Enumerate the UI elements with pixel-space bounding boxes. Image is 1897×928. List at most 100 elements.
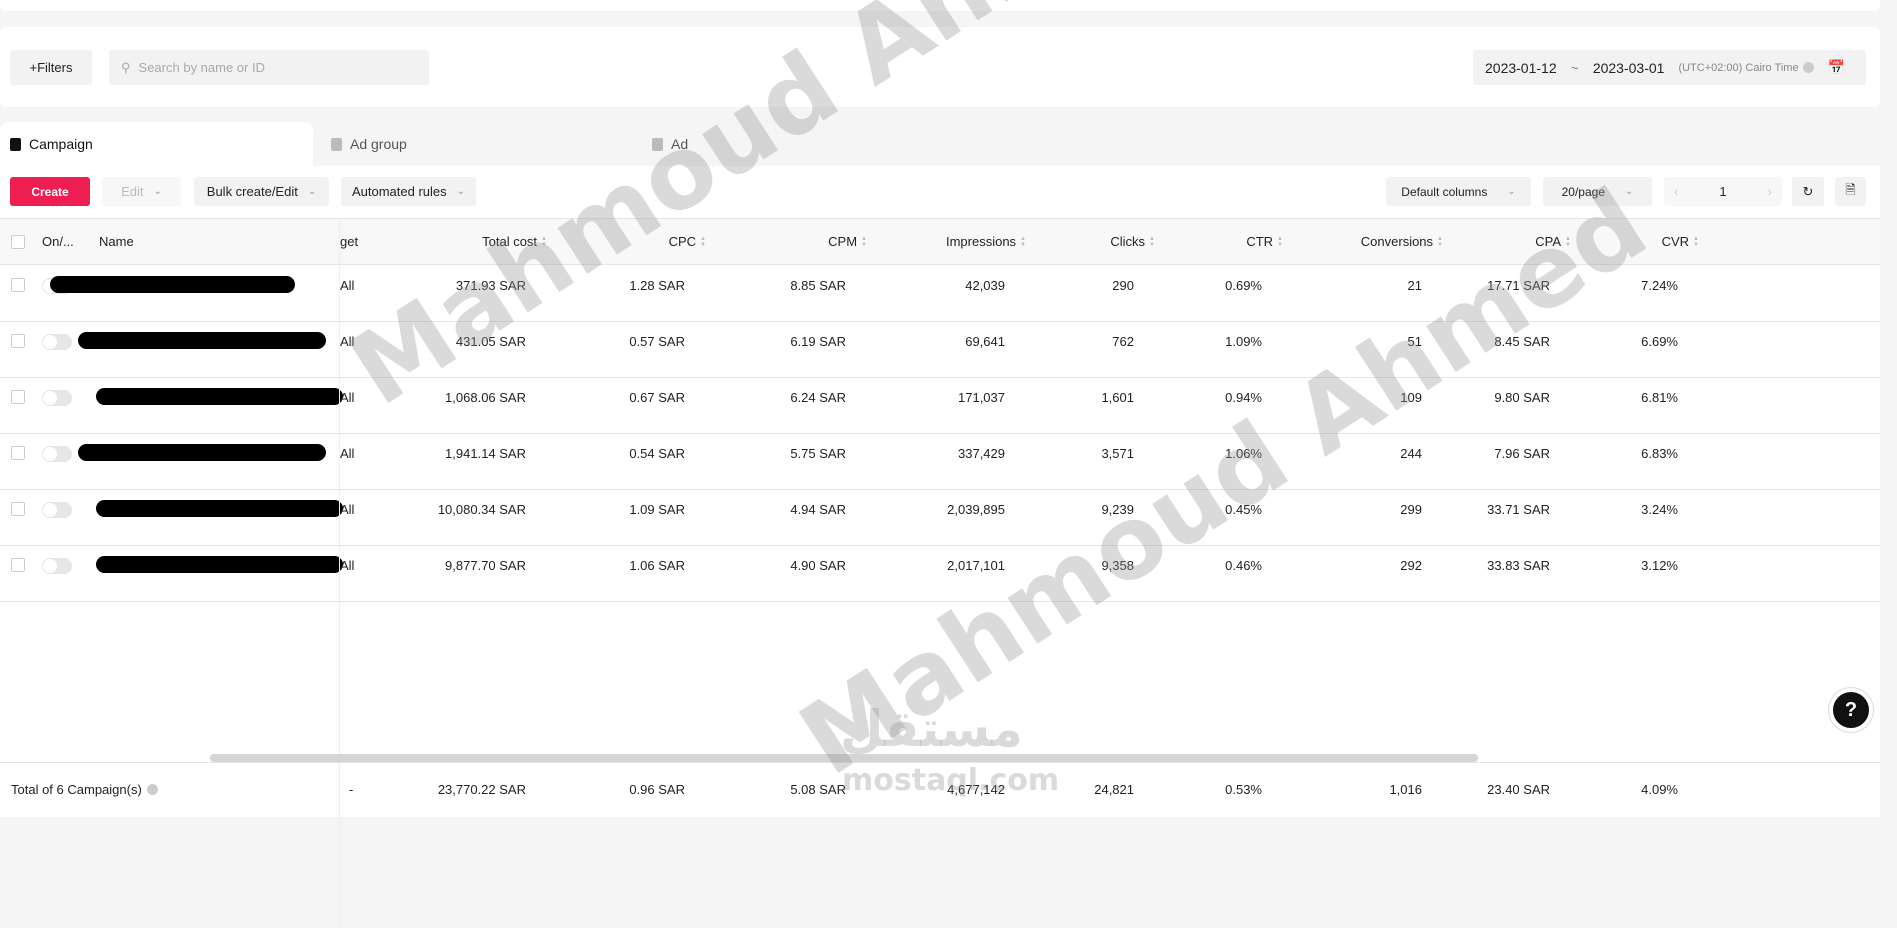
cell-impressions: 171,037 [958,390,1005,405]
row-checkbox[interactable] [11,278,25,292]
cell-budget: All [340,446,355,461]
tab-label: Ad group [350,136,407,152]
cell-conversions: 244 [1400,446,1422,461]
sort-icon[interactable]: ▲ ▼ [1565,236,1571,248]
cell-cvr: 6.69% [1641,334,1678,349]
tab-campaign[interactable]: Campaign [0,122,313,166]
table-row[interactable]: All 1,068.06 SAR 0.67 SAR 6.24 SAR 171,037 1,… [0,378,1880,434]
col-impressions[interactable]: Impressions ▲ ▼ [946,234,1026,249]
cell-total_cost: 1,941.14 SAR [445,446,526,461]
cell-budget: All [340,278,355,293]
next-page-button[interactable]: › [1768,184,1772,199]
table-row[interactable]: All 1,941.14 SAR 0.54 SAR 5.75 SAR 337,429 3,… [0,434,1880,490]
row-checkbox[interactable] [11,446,25,460]
total-row: Total of 6 Campaign(s) - 23,770.22 SAR 0.… [0,762,1880,817]
page-size-label: 20/page [1561,184,1605,199]
col-total_cost[interactable]: Total cost ▲ ▼ [482,234,547,249]
cell-ctr: 1.06% [1225,446,1262,461]
status-toggle[interactable] [42,390,72,406]
sort-icon[interactable]: ▲ ▼ [861,236,867,248]
row-checkbox[interactable] [11,390,25,404]
ad-group-icon [331,137,342,151]
table-row[interactable]: All 9,877.70 SAR 1.06 SAR 4.90 SAR 2,017,101… [0,546,1880,602]
sort-icon[interactable]: ▲ ▼ [1149,236,1155,248]
row-checkbox[interactable] [11,334,25,348]
folder-icon [10,137,21,151]
filters-button[interactable]: +Filters [10,50,92,85]
cell-impressions: 42,039 [965,278,1005,293]
level-tabs: Campaign Ad group Ad [0,122,1880,166]
col-label: CTR [1246,234,1274,249]
create-button[interactable]: Create [10,177,90,206]
sort-icon[interactable]: ▲ ▼ [1693,236,1699,248]
col-ctr[interactable]: CTR ▲ ▼ [1246,234,1283,249]
cell-ctr: 0.45% [1225,502,1262,517]
col-conversions[interactable]: Conversions ▲ ▼ [1361,234,1443,249]
refresh-button[interactable]: ↻ [1792,177,1824,206]
cell-cvr: 3.12% [1641,558,1678,573]
col-cpm[interactable]: CPM ▲ ▼ [828,234,867,249]
calendar-icon[interactable]: 📅 [1828,59,1845,76]
row-checkbox[interactable] [11,502,25,516]
row-checkbox[interactable] [11,558,25,572]
export-button[interactable]: 🗎 [1835,177,1866,206]
filter-bar: +Filters ⚲ 2023-01-12 ~ 2023-03-01 (UTC+… [0,27,1880,107]
search-box[interactable]: ⚲ [109,50,429,85]
export-icon: 🗎 [1845,181,1856,197]
sort-icon[interactable]: ▲ ▼ [700,236,706,248]
cell-conversions: 299 [1400,502,1422,517]
info-icon[interactable] [1802,62,1814,73]
total-cpa: 23.40 SAR [1487,782,1550,797]
cell-budget: All [340,558,355,573]
cell-clicks: 290 [1112,278,1134,293]
cell-budget: All [340,334,355,349]
search-input[interactable] [138,60,399,75]
status-toggle[interactable] [42,502,72,518]
horizontal-scrollbar[interactable] [210,754,1478,762]
cell-cpa: 33.83 SAR [1487,558,1550,573]
cell-ctr: 0.46% [1225,558,1262,573]
table-row[interactable]: All 431.05 SAR 0.57 SAR 6.19 SAR 69,641 762 1.… [0,322,1880,378]
date-range-picker[interactable]: 2023-01-12 ~ 2023-03-01 (UTC+02:00) Cair… [1473,50,1866,85]
select-all-checkbox[interactable] [11,235,25,249]
page-scrollbar[interactable] [1880,0,1897,817]
help-button[interactable]: ? [1829,688,1873,732]
sort-icon[interactable]: ▲ ▼ [541,236,547,248]
tab-ad[interactable]: Ad [652,122,688,166]
cell-ctr: 0.94% [1225,390,1262,405]
campaign-panel: Create Edit ⌄ Bulk create/Edit ⌄ Automated… [0,166,1880,928]
columns-select[interactable]: Default columns ⌄ [1386,177,1531,206]
status-toggle[interactable] [42,558,72,574]
cell-cpa: 33.71 SAR [1487,502,1550,517]
col-cpc[interactable]: CPC ▲ ▼ [669,234,706,249]
rules-label: Automated rules [351,184,447,199]
page-size-select[interactable]: 20/page ⌄ [1543,177,1652,206]
info-icon[interactable] [146,784,158,795]
col-cpa[interactable]: CPA ▲ ▼ [1535,234,1571,249]
sort-icon[interactable]: ▲ ▼ [1277,236,1283,248]
page-number-input[interactable]: 1 [1719,184,1726,199]
cell-cpc: 1.06 SAR [629,558,685,573]
status-toggle[interactable] [42,334,72,350]
table-header: On/... Name get Total cost ▲ ▼ CPC ▲ ▼ CPM ▲ ▼ Im… [0,218,1880,265]
automated-rules-button[interactable]: Automated rules ⌄ [341,177,476,206]
timezone: (UTC+02:00) Cairo Time [1678,62,1814,74]
total-ctr: 0.53% [1225,782,1262,797]
sort-icon[interactable]: ▲ ▼ [1020,236,1026,248]
table-row[interactable]: All 371.93 SAR 1.28 SAR 8.85 SAR 42,039 290 0.… [0,266,1880,322]
table-row[interactable]: All 10,080.34 SAR 1.09 SAR 4.94 SAR 2,039,89… [0,490,1880,546]
cell-cpc: 0.57 SAR [629,334,685,349]
bulk-create-edit-button[interactable]: Bulk create/Edit ⌄ [194,177,329,206]
tab-ad-group[interactable]: Ad group [331,122,407,166]
prev-page-button[interactable]: ‹ [1674,184,1678,199]
sort-icon[interactable]: ▲ ▼ [1437,236,1443,248]
col-clicks[interactable]: Clicks ▲ ▼ [1110,234,1155,249]
col-cvr[interactable]: CVR ▲ ▼ [1662,234,1699,249]
edit-button[interactable]: Edit ⌄ [102,177,181,206]
status-toggle[interactable] [42,446,72,462]
total-cpm: 5.08 SAR [790,782,846,797]
cell-total_cost: 431.05 SAR [455,334,526,349]
total-label: Total of 6 Campaign(s) [11,782,158,797]
edit-label: Edit [121,184,144,199]
cell-cpm: 6.19 SAR [790,334,846,349]
